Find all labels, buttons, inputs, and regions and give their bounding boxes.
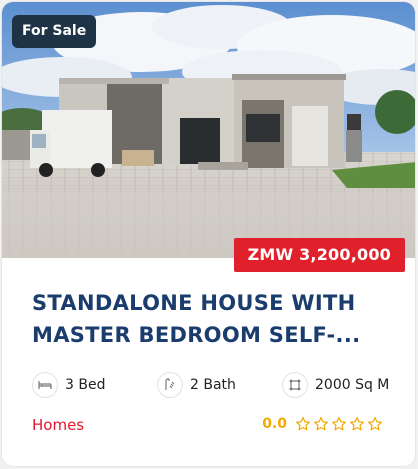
star-icon[interactable] [295, 416, 311, 432]
listing-title-line1[interactable]: STANDALONE HOUSE WITH [32, 291, 355, 315]
star-icon[interactable] [367, 416, 383, 432]
price-tag: ZMW 3,200,000 [233, 238, 405, 272]
listing-title-line2[interactable]: MASTER BEDROOM SELF-... [32, 323, 360, 347]
star-icon[interactable] [349, 416, 365, 432]
category-link[interactable]: Homes [32, 416, 84, 434]
feature-beds: 3 Bed [32, 370, 105, 400]
feature-list: 3 Bed 2 Bath 2000 Sq M [32, 370, 392, 400]
star-icon[interactable] [313, 416, 329, 432]
bath-icon [157, 372, 183, 398]
property-photo[interactable]: For Sale [2, 2, 415, 258]
area-size: 2000 Sq M [315, 377, 390, 393]
property-card[interactable]: For Sale ZMW 3,200,000 STANDALONE HOUSE … [1, 1, 416, 467]
bath-count: 2 Bath [190, 377, 236, 393]
bed-icon [32, 372, 58, 398]
rating-value: 0.0 [262, 416, 287, 432]
star-icon[interactable] [331, 416, 347, 432]
feature-baths: 2 Bath [157, 370, 236, 400]
feature-area: 2000 Sq M [282, 370, 389, 400]
for-sale-badge: For Sale [12, 15, 97, 48]
listing-title[interactable]: STANDALONE HOUSE WITH MASTER BEDROOM SEL… [32, 287, 392, 351]
rating: 0.0 [262, 416, 383, 432]
area-icon [282, 372, 308, 398]
bed-count: 3 Bed [65, 377, 106, 393]
